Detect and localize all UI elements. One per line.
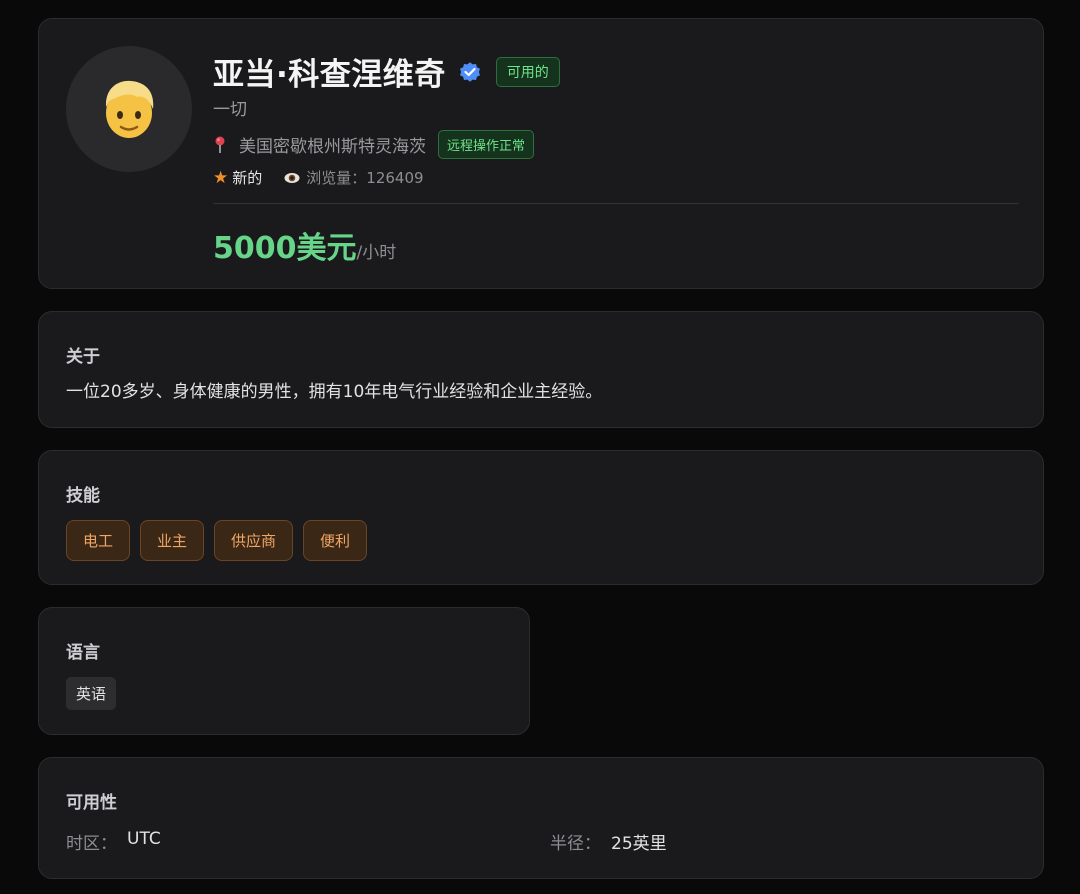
profile-card: 亚当·科查涅维奇 可用的 一切 美国密歇根州斯特灵海茨 远程操作正常 ★ 新的 … (38, 18, 1044, 289)
star-icon: ★ (213, 167, 229, 188)
timezone-row: 时区： UTC (66, 829, 161, 854)
profile-name: 亚当·科查涅维奇 (213, 57, 446, 93)
about-text: 一位20多岁、身体健康的男性，拥有10年电气行业经验和企业主经验。 (66, 382, 603, 402)
skills-card: 技能 电工 业主 供应商 便利 (38, 450, 1044, 585)
availability-card: 可用性 时区： UTC 半径： 25英里 (38, 757, 1044, 879)
timezone-label: 时区： (66, 834, 117, 854)
hourly-rate: 5000美元 (213, 231, 357, 266)
divider (213, 203, 1019, 204)
skill-tag[interactable]: 便利 (303, 520, 368, 561)
skill-tag[interactable]: 业主 (140, 520, 205, 561)
eye-icon (284, 172, 300, 183)
radius-label: 半径： (550, 834, 601, 854)
location-pin-icon (215, 136, 225, 153)
skills-list: 电工 业主 供应商 便利 (66, 520, 368, 561)
skill-tag[interactable]: 电工 (66, 520, 131, 561)
remote-badge: 远程操作正常 (438, 130, 535, 159)
languages-card: 语言 英语 (38, 607, 530, 735)
views-count: 126409 (366, 168, 424, 187)
about-card: 关于 一位20多岁、身体健康的男性，拥有10年电气行业经验和企业主经验。 (38, 311, 1044, 428)
radius-row: 半径： 25英里 (550, 829, 667, 854)
profile-role: 一切 (213, 100, 247, 120)
timezone-value: UTC (127, 829, 161, 849)
skills-title: 技能 (66, 486, 100, 506)
about-title: 关于 (66, 347, 100, 367)
radius-value: 25英里 (611, 834, 667, 854)
skill-tag[interactable]: 供应商 (214, 520, 294, 561)
avatar (66, 46, 192, 172)
availability-status-badge: 可用的 (495, 56, 560, 87)
rate-unit: /小时 (356, 243, 397, 263)
views-label: 浏览量： (306, 169, 367, 187)
verified-icon (459, 61, 480, 82)
languages-title: 语言 (66, 643, 100, 663)
new-label: 新的 (232, 169, 263, 187)
availability-title: 可用性 (66, 793, 117, 813)
profile-location: 美国密歇根州斯特灵海茨 (239, 137, 426, 157)
language-tag: 英语 (66, 677, 117, 710)
person-emoji-icon (105, 80, 154, 138)
